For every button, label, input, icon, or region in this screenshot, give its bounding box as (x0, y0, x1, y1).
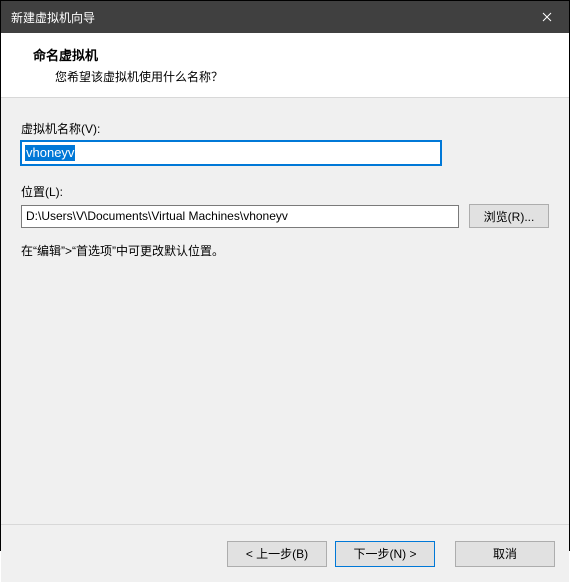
vm-location-input[interactable] (21, 205, 459, 228)
close-button[interactable] (524, 1, 569, 33)
window-title: 新建虚拟机向导 (11, 9, 95, 26)
wizard-content: 虚拟机名称(V): vhoneyv 位置(L): 浏览(R)... 在“编辑”>… (1, 98, 569, 524)
vm-name-label: 虚拟机名称(V): (21, 120, 551, 137)
titlebar: 新建虚拟机向导 (1, 1, 569, 33)
wizard-footer: < 上一步(B) 下一步(N) > 取消 (1, 524, 569, 582)
default-location-hint: 在“编辑”>“首选项”中可更改默认位置。 (21, 242, 551, 259)
next-button[interactable]: 下一步(N) > (335, 541, 435, 567)
wizard-header: 命名虚拟机 您希望该虚拟机使用什么名称？ (1, 33, 569, 98)
close-icon (542, 12, 552, 22)
page-subtitle: 您希望该虚拟机使用什么名称？ (55, 68, 547, 85)
browse-button[interactable]: 浏览(R)... (469, 204, 549, 228)
cancel-button[interactable]: 取消 (455, 541, 555, 567)
back-button[interactable]: < 上一步(B) (227, 541, 327, 567)
vm-name-input[interactable] (21, 141, 441, 165)
vm-location-label: 位置(L): (21, 183, 551, 200)
vm-location-group: 位置(L): 浏览(R)... (21, 183, 551, 228)
vm-name-input-wrap: vhoneyv (21, 141, 441, 165)
page-title: 命名虚拟机 (33, 45, 547, 64)
vm-name-group: 虚拟机名称(V): vhoneyv (21, 120, 551, 165)
